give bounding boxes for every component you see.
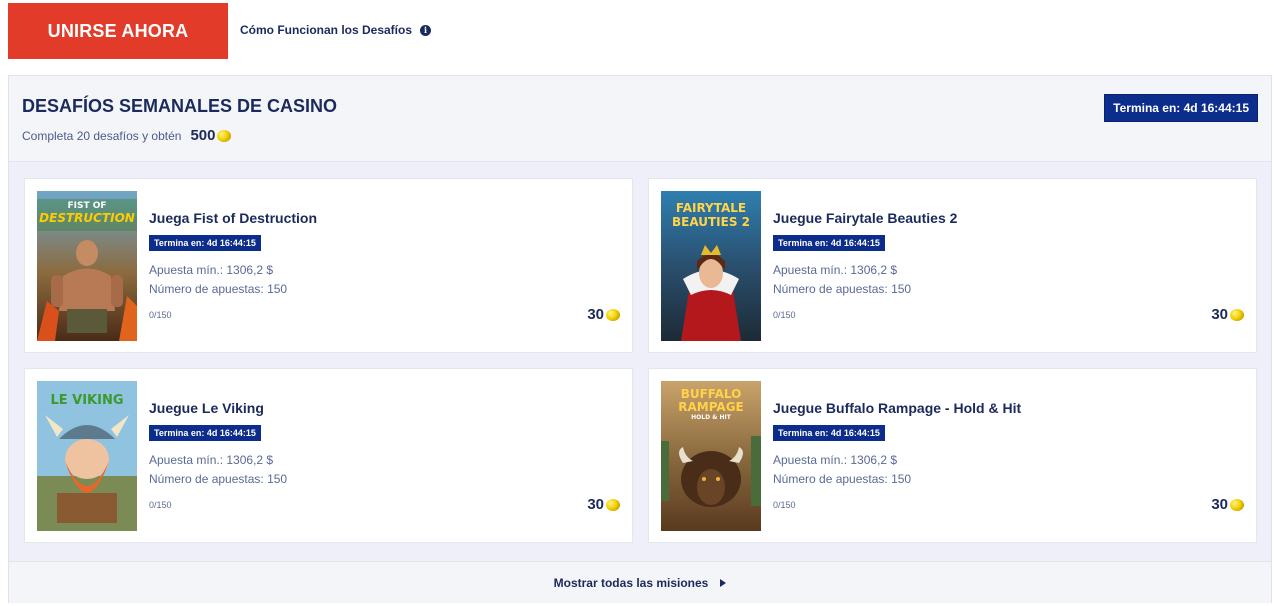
panel-subtitle: Completa 20 desafíos y obtén 500 <box>22 127 232 144</box>
num-bets-text: Número de apuestas: 150 <box>773 282 912 296</box>
min-bet-text: Apuesta mín.: 1306,2 $ <box>773 263 898 277</box>
challenge-card[interactable]: FAIRYTALE BEAUTIES 2 Juegue Fairytale Be… <box>648 178 1257 353</box>
how-challenges-work-link[interactable]: Cómo Funcionan los Desafíos i <box>240 23 432 37</box>
reward-amount: 500 <box>190 127 216 144</box>
thumb-logo-line: HOLD & HIT <box>691 414 731 421</box>
weekly-challenges-panel: DESAFÍOS SEMANALES DE CASINO Completa 20… <box>8 75 1272 603</box>
challenge-timer-badge: Termina en: 4d 16:44:15 <box>773 425 885 441</box>
points-value: 30 <box>1211 496 1228 513</box>
num-bets-text: Número de apuestas: 150 <box>149 282 288 296</box>
min-bet-text: Apuesta mín.: 1306,2 $ <box>149 453 274 467</box>
challenge-title[interactable]: Juegue Fairytale Beauties 2 <box>773 210 957 226</box>
challenge-card[interactable]: FIST OF DESTRUCTION Juega Fist of Destru… <box>24 178 633 353</box>
top-bar: UNIRSE AHORA Cómo Funcionan los Desafíos… <box>0 0 1274 62</box>
points-reward: 30 <box>587 306 620 323</box>
game-thumbnail-buffalo-rampage[interactable]: BUFFALO RAMPAGE HOLD & HIT <box>661 381 761 531</box>
num-bets-text: Número de apuestas: 150 <box>773 472 912 486</box>
points-reward: 30 <box>587 496 620 513</box>
thumb-logo-line: LE VIKING <box>50 393 124 408</box>
points-value: 30 <box>587 306 604 323</box>
coin-icon <box>217 129 232 142</box>
thumb-logo-line: DESTRUCTION <box>39 211 135 225</box>
points-reward: 30 <box>1211 496 1244 513</box>
min-bet-text: Apuesta mín.: 1306,2 $ <box>773 453 898 467</box>
progress-text: 0/150 <box>773 310 796 320</box>
thumb-logo-line: BEAUTIES 2 <box>671 215 751 229</box>
how-challenges-work-label: Cómo Funcionan los Desafíos <box>240 23 413 37</box>
progress-text: 0/150 <box>149 310 172 320</box>
challenge-title[interactable]: Juegue Buffalo Rampage - Hold & Hit <box>773 400 1021 416</box>
progress-text: 0/150 <box>149 500 172 510</box>
game-thumbnail-fairytale-beauties-2[interactable]: FAIRYTALE BEAUTIES 2 <box>661 191 761 341</box>
thumb-logo-line: BUFFALO <box>680 387 742 401</box>
show-all-missions-button[interactable]: Mostrar todas las misiones <box>9 561 1271 603</box>
coin-icon <box>606 498 620 511</box>
coin-icon <box>1230 308 1244 321</box>
thumb-logo-line: FIST OF <box>67 201 107 211</box>
panel-header: DESAFÍOS SEMANALES DE CASINO Completa 20… <box>9 76 1271 162</box>
points-reward: 30 <box>1211 306 1244 323</box>
join-now-button[interactable]: UNIRSE AHORA <box>8 3 228 59</box>
thumb-logo-line: FAIRYTALE <box>675 201 747 215</box>
game-thumbnail-le-viking[interactable]: LE VIKING <box>37 381 137 531</box>
play-arrow-icon <box>720 578 727 587</box>
panel-timer-badge: Termina en: 4d 16:44:15 <box>1104 94 1258 122</box>
points-value: 30 <box>587 496 604 513</box>
challenge-card[interactable]: BUFFALO RAMPAGE HOLD & HIT Juegue Buffal… <box>648 368 1257 543</box>
challenge-timer-badge: Termina en: 4d 16:44:15 <box>149 425 261 441</box>
page-title: DESAFÍOS SEMANALES DE CASINO <box>22 96 338 116</box>
min-bet-text: Apuesta mín.: 1306,2 $ <box>149 263 274 277</box>
show-all-missions-label: Mostrar todas las misiones <box>553 575 709 590</box>
thumb-logo-line: RAMPAGE <box>678 400 744 414</box>
progress-text: 0/150 <box>773 500 796 510</box>
challenge-title[interactable]: Juegue Le Viking <box>149 400 264 416</box>
coin-icon <box>606 308 620 321</box>
coin-icon <box>1230 498 1244 511</box>
subtitle-text: Completa 20 desafíos y obtén <box>22 128 182 143</box>
points-value: 30 <box>1211 306 1228 323</box>
game-thumbnail-fist-of-destruction[interactable]: FIST OF DESTRUCTION <box>37 191 137 341</box>
challenge-timer-badge: Termina en: 4d 16:44:15 <box>149 235 261 251</box>
challenge-title[interactable]: Juega Fist of Destruction <box>149 210 317 226</box>
challenge-card[interactable]: LE VIKING Juegue Le Viking Termina en: 4… <box>24 368 633 543</box>
challenge-timer-badge: Termina en: 4d 16:44:15 <box>773 235 885 251</box>
num-bets-text: Número de apuestas: 150 <box>149 472 288 486</box>
info-icon[interactable]: i <box>420 24 432 36</box>
